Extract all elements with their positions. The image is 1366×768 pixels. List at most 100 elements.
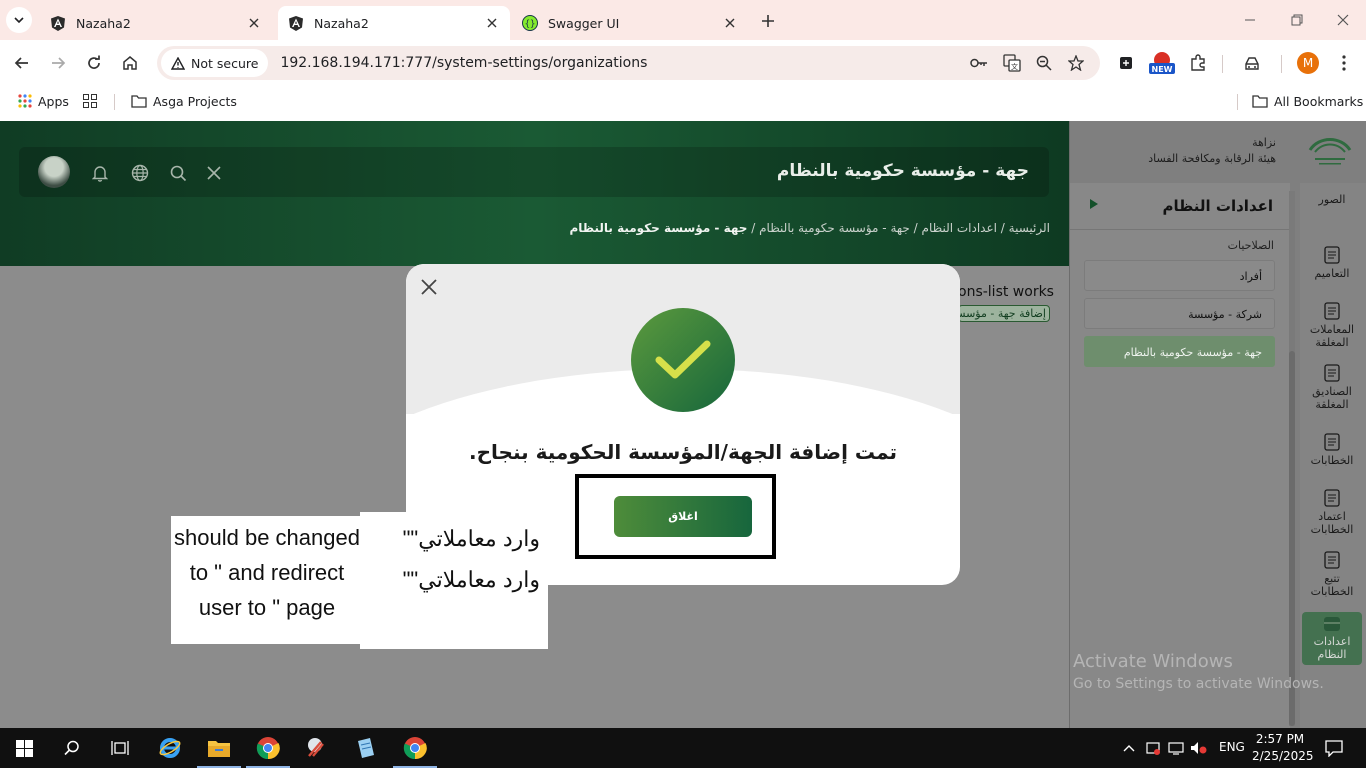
user-avatar[interactable] <box>38 156 70 188</box>
performance-icon[interactable] <box>1240 51 1264 75</box>
security-tray-icon[interactable] <box>1144 739 1162 757</box>
rail-item-closed-transactions[interactable]: المعاملات المغلقة <box>1302 302 1362 349</box>
bookmark-separator <box>1237 94 1238 110</box>
minimize-icon <box>1245 19 1255 21</box>
brand-name: نزاهة هيئة الرقابة ومكافحة الفساد <box>1148 135 1276 167</box>
dialog-close-action-button[interactable]: اغلاق <box>614 496 752 537</box>
password-key-icon[interactable] <box>969 53 989 73</box>
reload-button[interactable] <box>80 49 108 77</box>
network-icon[interactable] <box>1167 739 1185 757</box>
extension-icon[interactable] <box>1114 51 1138 75</box>
minimize-button[interactable] <box>1238 8 1262 32</box>
tab-swagger[interactable]: {} Swagger UI <box>512 6 748 40</box>
dialog-close-button[interactable] <box>418 276 440 298</box>
clock-date: 2/25/2025 <box>1252 749 1314 763</box>
url-text[interactable]: 192.168.194.171:777/system-settings/orga… <box>280 55 647 71</box>
volume-muted-icon[interactable] <box>1190 739 1208 757</box>
taskbar-chrome-1[interactable] <box>244 728 292 768</box>
translate-icon[interactable]: 文 <box>1002 53 1022 73</box>
close-icon <box>1337 14 1349 26</box>
bookmark-star-icon[interactable] <box>1066 53 1086 73</box>
tab-title: Nazaha2 <box>76 15 131 31</box>
bell-icon[interactable] <box>89 162 111 184</box>
rail-label: اعتماد الخطابات <box>1310 510 1354 536</box>
folder-icon <box>1252 94 1268 108</box>
success-message: تمت إضافة الجهة/المؤسسة الحكومية بنجاح. <box>469 440 897 464</box>
permission-companies[interactable]: شركة - مؤسسة <box>1084 298 1275 329</box>
grid-icon <box>83 94 97 108</box>
permission-individuals[interactable]: أفراد <box>1084 260 1275 291</box>
chevron-up-icon[interactable] <box>1120 739 1138 757</box>
folder-icon <box>131 94 147 108</box>
bookmark-label: Apps <box>38 93 69 109</box>
close-icon[interactable] <box>203 162 225 184</box>
taskbar-chrome-2[interactable] <box>391 728 439 768</box>
new-tab-button[interactable] <box>756 9 780 33</box>
restore-icon <box>1291 14 1303 26</box>
annotation-note-arabic: وارد معاملاتي"" وارد معاملاتي"" <box>360 512 548 649</box>
breadcrumb: الرئيسية / اعدادات النظام / جهة - مؤسسة … <box>569 221 1050 235</box>
add-organization-link[interactable]: إضافة جهة - مؤسسة <box>958 305 1050 322</box>
zoom-out-icon[interactable] <box>1034 53 1054 73</box>
search-icon <box>64 740 79 756</box>
bookmark-all[interactable]: All Bookmarks <box>1252 92 1363 110</box>
tab-search-button[interactable] <box>6 7 32 33</box>
profile-avatar[interactable]: M <box>1297 52 1319 74</box>
system-clock[interactable]: 2:57 PM 2/25/2025 <box>1252 731 1314 765</box>
window-close-button[interactable] <box>1331 8 1355 32</box>
close-icon[interactable] <box>484 15 500 31</box>
breadcrumb-home[interactable]: الرئيسية <box>1009 221 1050 235</box>
browser-toolbar: Not secure 192.168.194.171:777/system-se… <box>0 40 1366 86</box>
breadcrumb-settings[interactable]: اعدادات النظام <box>922 221 997 235</box>
new-badge-extension-icon[interactable]: NEW <box>1148 51 1176 75</box>
internet-explorer-icon <box>159 738 181 758</box>
tab-groups-button[interactable] <box>83 92 103 110</box>
back-button[interactable] <box>8 49 36 77</box>
taskbar-file-explorer[interactable] <box>195 728 243 768</box>
bookmark-apps[interactable]: Apps <box>18 92 69 110</box>
security-chip[interactable]: Not secure <box>161 49 269 77</box>
taskbar-notes-app[interactable] <box>342 728 390 768</box>
annotation-arabic-line-1: وارد معاملاتي"" <box>402 526 540 551</box>
permission-government-entities[interactable]: جهة - مؤسسة حكومية بالنظام <box>1084 336 1275 367</box>
home-button[interactable] <box>116 49 144 77</box>
new-badge: NEW <box>1151 65 1173 74</box>
start-button[interactable] <box>0 728 48 768</box>
breadcrumb-current: جهة - مؤسسة حكومية بالنظام <box>569 221 748 235</box>
breadcrumb-parent[interactable]: جهة - مؤسسة حكومية بالنظام <box>759 221 910 235</box>
svg-text:{}: {} <box>525 20 536 30</box>
input-language[interactable]: ENG <box>1219 740 1245 754</box>
rail-item-letters[interactable]: الخطابات <box>1302 433 1362 467</box>
globe-icon[interactable] <box>129 162 151 184</box>
nazaha-logo <box>1306 129 1354 171</box>
puzzle-icon[interactable] <box>1186 51 1210 75</box>
rail-item-images[interactable]: الصور <box>1302 193 1362 206</box>
rail-item-closed-boxes[interactable]: الصناديق المغلقة <box>1302 364 1362 411</box>
rail-item-track-letters[interactable]: تتبع الخطابات <box>1302 551 1362 598</box>
taskbar-search-button[interactable] <box>48 728 96 768</box>
taskbar-ie[interactable] <box>146 728 194 768</box>
bookmark-folder-asga[interactable]: Asga Projects <box>131 92 237 110</box>
notifications-icon[interactable] <box>1324 738 1344 758</box>
permissions-label: الصلاحيات <box>1227 239 1274 252</box>
brand-line-2: هيئة الرقابة ومكافحة الفساد <box>1148 152 1276 165</box>
close-icon[interactable] <box>246 15 262 31</box>
document-icon <box>1302 489 1362 507</box>
rail-item-approve-letters[interactable]: اعتماد الخطابات <box>1302 489 1362 536</box>
tab-nazaha-1[interactable]: Nazaha2 <box>40 6 272 40</box>
more-menu-icon[interactable] <box>1332 51 1356 75</box>
rail-item-circulars[interactable]: التعاميم <box>1302 246 1362 280</box>
restore-button[interactable] <box>1285 8 1309 32</box>
windows-logo-icon <box>15 739 33 757</box>
forward-button[interactable] <box>44 49 72 77</box>
tab-title: Nazaha2 <box>314 15 369 31</box>
arrow-left-icon <box>14 57 28 69</box>
tab-nazaha-2[interactable]: Nazaha2 <box>278 6 510 40</box>
task-view-button[interactable] <box>96 728 144 768</box>
close-icon[interactable] <box>722 15 738 31</box>
svg-text:文: 文 <box>1011 62 1018 71</box>
search-icon[interactable] <box>167 162 189 184</box>
collapse-arrow-icon[interactable] <box>1086 195 1102 213</box>
address-bar[interactable]: Not secure 192.168.194.171:777/system-se… <box>157 46 1100 80</box>
taskbar-snipping[interactable] <box>293 728 341 768</box>
